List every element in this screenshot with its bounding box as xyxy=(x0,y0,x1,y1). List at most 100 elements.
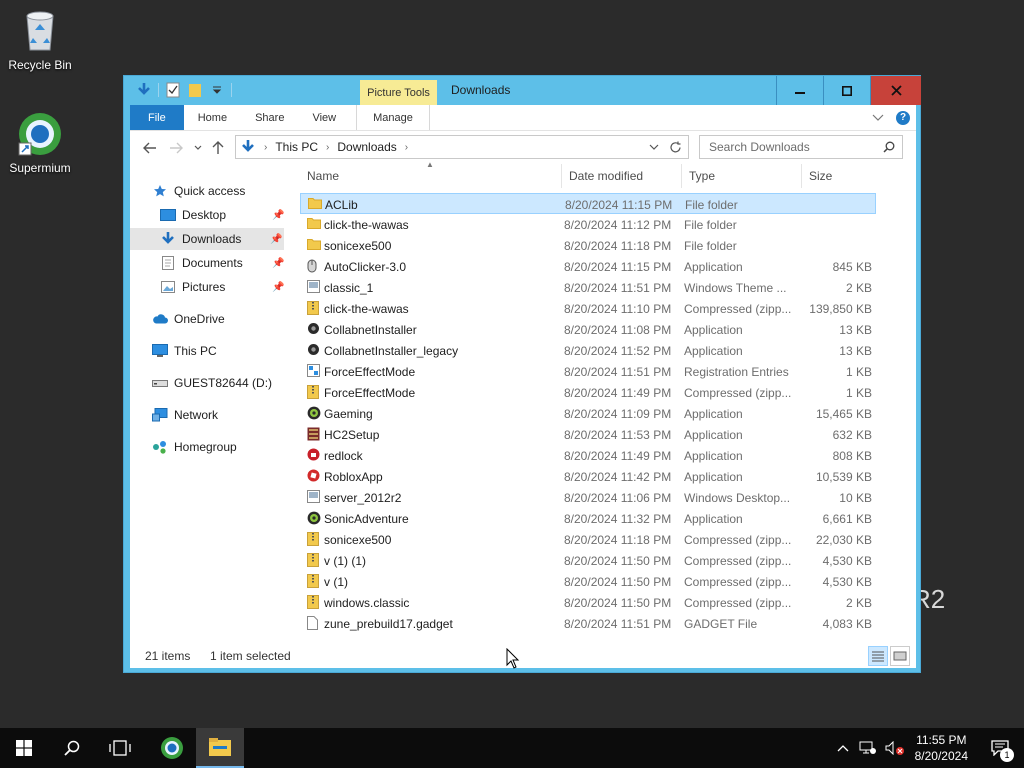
maximize-button[interactable] xyxy=(823,76,870,105)
column-header-size[interactable]: Size xyxy=(802,164,882,188)
redlock-app-icon xyxy=(307,448,320,462)
downloads-location-icon xyxy=(242,140,254,152)
tab-share[interactable]: Share xyxy=(241,105,298,130)
close-button[interactable] xyxy=(870,76,921,105)
nav-this-pc[interactable]: This PC xyxy=(152,340,290,362)
documents-icon xyxy=(160,256,176,270)
file-date-modified: 8/20/2024 11:12 PM xyxy=(564,218,672,232)
file-row[interactable]: windows.classic 8/20/2024 11:50 PM Compres… xyxy=(300,592,876,613)
nav-pictures[interactable]: Pictures 📌 xyxy=(160,276,288,298)
address-history-chevron-icon[interactable] xyxy=(649,144,659,150)
column-header-date-modified[interactable]: Date modified xyxy=(562,164,682,188)
explorer-body: Quick access Desktop 📌 Downloads 📌 Docum… xyxy=(130,160,916,644)
search-button[interactable] xyxy=(48,728,96,768)
window-downloads-icon xyxy=(136,81,152,99)
recent-locations-button[interactable] xyxy=(190,140,206,156)
nav-onedrive[interactable]: OneDrive xyxy=(152,308,290,330)
breadcrumb-this-pc[interactable]: This PC xyxy=(275,140,318,154)
desktop-icon-supermium[interactable]: Supermium xyxy=(0,111,80,175)
search-input[interactable]: Search Downloads xyxy=(699,135,903,159)
nav-homegroup[interactable]: Homegroup xyxy=(152,436,290,458)
file-name: SonicAdventure xyxy=(324,512,409,526)
taskbar-file-explorer[interactable] xyxy=(196,728,244,768)
file-row[interactable]: ForceEffectMode 8/20/2024 11:49 PM Compres… xyxy=(300,382,876,403)
file-row[interactable]: RobloxApp 8/20/2024 11:42 PM Application 10… xyxy=(300,466,876,487)
help-icon[interactable]: ? xyxy=(896,110,910,125)
taskbar-supermium[interactable] xyxy=(148,728,196,768)
large-icons-view-icon xyxy=(893,651,907,661)
nav-quick-access[interactable]: Quick access xyxy=(152,180,290,202)
customize-toolbar-icon[interactable] xyxy=(209,81,225,99)
theme-file-icon xyxy=(307,490,320,504)
file-row[interactable]: Gaeming 8/20/2024 11:09 PM Application 15,4… xyxy=(300,403,876,424)
nav-downloads[interactable]: Downloads 📌 xyxy=(130,228,284,250)
minimize-button[interactable] xyxy=(776,76,823,105)
file-name: Gaeming xyxy=(324,407,373,421)
file-type: Compressed (zipp... xyxy=(684,554,792,568)
up-button[interactable] xyxy=(210,140,226,156)
file-row[interactable]: redlock 8/20/2024 11:49 PM Application 808 … xyxy=(300,445,876,466)
column-header-name[interactable]: Name ▲ xyxy=(300,160,562,188)
properties-icon[interactable] xyxy=(165,81,181,99)
network-status-icon[interactable] xyxy=(859,741,877,755)
expand-ribbon-icon[interactable] xyxy=(872,114,884,122)
large-icons-view-button[interactable] xyxy=(890,646,910,666)
status-bar: 21 items 1 item selected xyxy=(130,644,916,668)
volume-muted-icon[interactable] xyxy=(885,741,905,755)
folder-row[interactable]: ACLib 8/20/2024 11:15 PM File folder xyxy=(300,193,876,214)
tab-home[interactable]: Home xyxy=(184,105,241,130)
tab-manage[interactable]: Manage xyxy=(356,105,430,130)
file-row[interactable]: HC2Setup 8/20/2024 11:53 PM Application 632… xyxy=(300,424,876,445)
title-bar[interactable]: Picture Tools Downloads xyxy=(124,76,921,106)
forward-button[interactable] xyxy=(168,140,184,156)
file-row[interactable]: ForceEffectMode 8/20/2024 11:51 PM Registr… xyxy=(300,361,876,382)
file-date-modified: 8/20/2024 11:42 PM xyxy=(564,470,672,484)
start-button[interactable] xyxy=(0,728,48,768)
refresh-icon[interactable] xyxy=(669,141,682,154)
task-view-button[interactable] xyxy=(96,728,144,768)
gear-app-icon xyxy=(307,511,321,525)
nav-desktop[interactable]: Desktop 📌 xyxy=(160,204,288,226)
folder-row[interactable]: sonicexe500 8/20/2024 11:18 PM File folder xyxy=(300,235,876,256)
file-size: 2 KB xyxy=(845,281,872,295)
file-row[interactable]: AutoClicker-3.0 8/20/2024 11:15 PM Applica… xyxy=(300,256,876,277)
file-size: 2 KB xyxy=(845,596,872,610)
mouse-cursor-icon xyxy=(506,648,520,669)
desktop-icon-recycle-bin[interactable]: Recycle Bin xyxy=(0,8,80,72)
file-row[interactable]: click-the-wawas 8/20/2024 11:10 PM Compres… xyxy=(300,298,876,319)
folder-icon xyxy=(307,217,321,231)
breadcrumb-downloads[interactable]: Downloads xyxy=(337,140,396,154)
details-view-button[interactable] xyxy=(868,646,888,666)
supermium-icon xyxy=(17,111,63,157)
file-row[interactable]: v (1) (1) 8/20/2024 11:50 PM Compressed (z… xyxy=(300,550,876,571)
file-row[interactable]: server_2012r2 8/20/2024 11:06 PM Windows D… xyxy=(300,487,876,508)
folder-row[interactable]: click-the-wawas 8/20/2024 11:12 PM File fo… xyxy=(300,214,876,235)
file-row[interactable]: CollabnetInstaller 8/20/2024 11:08 PM Appl… xyxy=(300,319,876,340)
new-folder-icon[interactable] xyxy=(187,81,203,99)
file-row[interactable]: classic_1 8/20/2024 11:51 PM Windows Theme… xyxy=(300,277,876,298)
item-count: 21 items xyxy=(145,649,191,663)
system-tray: 11:55 PM 8/20/2024 1 xyxy=(837,728,1024,768)
file-row[interactable]: v (1) 8/20/2024 11:50 PM Compressed (zipp.… xyxy=(300,571,876,592)
file-row[interactable]: CollabnetInstaller_legacy 8/20/2024 11:52… xyxy=(300,340,876,361)
column-header-type[interactable]: Type xyxy=(682,164,802,188)
show-hidden-icons-chevron-icon[interactable] xyxy=(837,744,849,752)
file-row[interactable]: zune_prebuild17.gadget 8/20/2024 11:51 PM… xyxy=(300,613,876,634)
clock[interactable]: 11:55 PM 8/20/2024 xyxy=(915,732,968,764)
navigation-pane: Quick access Desktop 📌 Downloads 📌 Docum… xyxy=(130,164,290,644)
tab-file[interactable]: File xyxy=(130,105,184,130)
tab-view[interactable]: View xyxy=(298,105,350,130)
action-center-button[interactable]: 1 xyxy=(986,728,1014,768)
nav-documents[interactable]: Documents 📌 xyxy=(160,252,288,274)
address-bar[interactable]: › This PC › Downloads › xyxy=(235,135,689,159)
window-title: Downloads xyxy=(451,83,511,97)
file-row[interactable]: SonicAdventure 8/20/2024 11:32 PM Applicat… xyxy=(300,508,876,529)
file-row[interactable]: sonicexe500 8/20/2024 11:18 PM Compressed … xyxy=(300,529,876,550)
nav-drive-d[interactable]: GUEST82644 (D:) xyxy=(152,372,290,394)
back-arrow-icon xyxy=(143,142,156,154)
nav-network[interactable]: Network xyxy=(152,404,290,426)
file-type: Application xyxy=(684,323,743,337)
back-button[interactable] xyxy=(142,140,158,156)
search-icon xyxy=(883,141,895,153)
details-view-icon xyxy=(872,651,884,662)
